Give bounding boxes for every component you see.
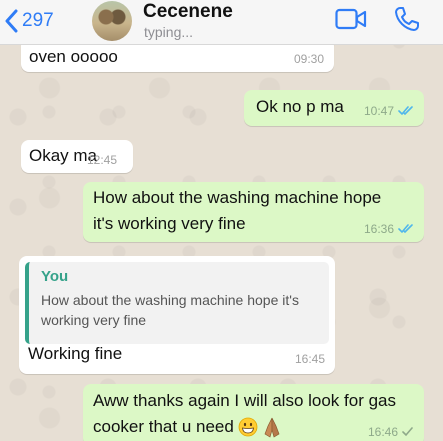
- message-time: 09:30: [293, 52, 324, 66]
- chevron-left-icon: [5, 9, 18, 33]
- grinning-face-emoji-icon: [238, 417, 258, 437]
- message-text-line-1: Aww thanks again I will also look for ga…: [93, 391, 397, 410]
- message-text-line-2: it's working very fine: [93, 214, 246, 233]
- voice-call-button[interactable]: [394, 6, 420, 37]
- message-bubble-incoming-reply[interactable]: You How about the washing machine hope i…: [19, 256, 335, 374]
- folded-hands-emoji-icon: [264, 417, 280, 438]
- message-bubble-outgoing[interactable]: How about the washing machine hope it's …: [83, 182, 424, 242]
- quoted-author: You: [41, 268, 69, 285]
- message-text: Working fine: [28, 344, 123, 363]
- message-bubble-outgoing[interactable]: Aww thanks again I will also look for ga…: [83, 384, 424, 441]
- contact-name[interactable]: Cecenene: [143, 1, 233, 23]
- video-camera-icon: [335, 8, 367, 30]
- message-text-line-1: How about the washing machine hope: [93, 188, 382, 207]
- time-label: 16:36: [363, 222, 394, 236]
- message-bubble-incoming[interactable]: Okay ma 12:45: [21, 140, 133, 173]
- chat-header: 297 Cecenene typing...: [0, 0, 443, 45]
- phone-icon: [395, 7, 419, 31]
- message-time: 16:45: [294, 352, 325, 366]
- message-time: 16:36: [364, 222, 414, 236]
- time-label: 10:47: [363, 104, 394, 118]
- message-text-line-2-text: cooker that u need: [93, 417, 234, 436]
- double-check-icon: [398, 224, 413, 234]
- contact-status: typing...: [144, 24, 194, 40]
- quoted-text-line-1: How about the washing machine hope it's: [41, 292, 299, 308]
- message-text: Ok no p ma: [256, 97, 344, 116]
- quoted-text-line-2: working very fine: [41, 312, 147, 328]
- message-time: 10:47: [364, 104, 414, 118]
- message-text: oven ooooo: [29, 47, 118, 66]
- message-text-line-2: cooker that u need: [93, 414, 282, 440]
- unread-count: 297: [22, 10, 54, 31]
- quoted-text: How about the washing machine hope it's …: [41, 290, 331, 330]
- quoted-message[interactable]: You How about the washing machine hope i…: [25, 262, 329, 344]
- back-button[interactable]: 297: [4, 6, 54, 36]
- time-label: 16:46: [367, 425, 398, 439]
- single-check-icon: [402, 427, 413, 437]
- message-time: 16:46: [368, 425, 414, 439]
- message-bubble-outgoing[interactable]: Ok no p ma 10:47: [244, 90, 424, 126]
- double-check-icon: [398, 106, 413, 116]
- message-time: 12:45: [86, 153, 117, 167]
- avatar[interactable]: [92, 1, 132, 41]
- video-call-button[interactable]: [335, 8, 367, 35]
